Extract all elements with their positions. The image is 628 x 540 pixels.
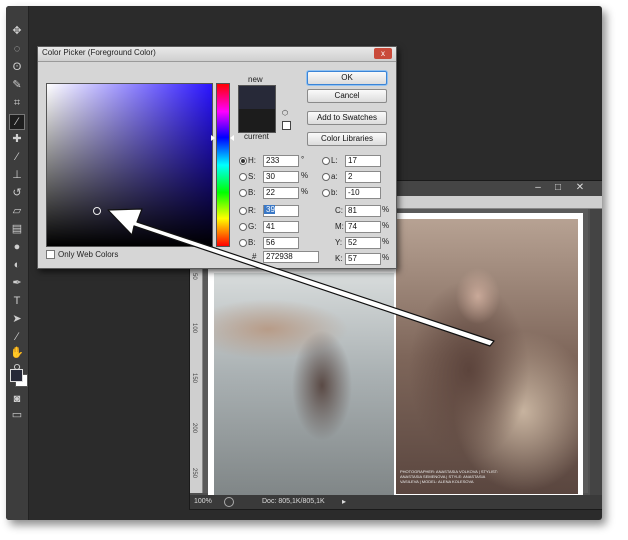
annotation-arrow-shape — [107, 208, 495, 347]
annotation-arrow — [107, 208, 495, 347]
